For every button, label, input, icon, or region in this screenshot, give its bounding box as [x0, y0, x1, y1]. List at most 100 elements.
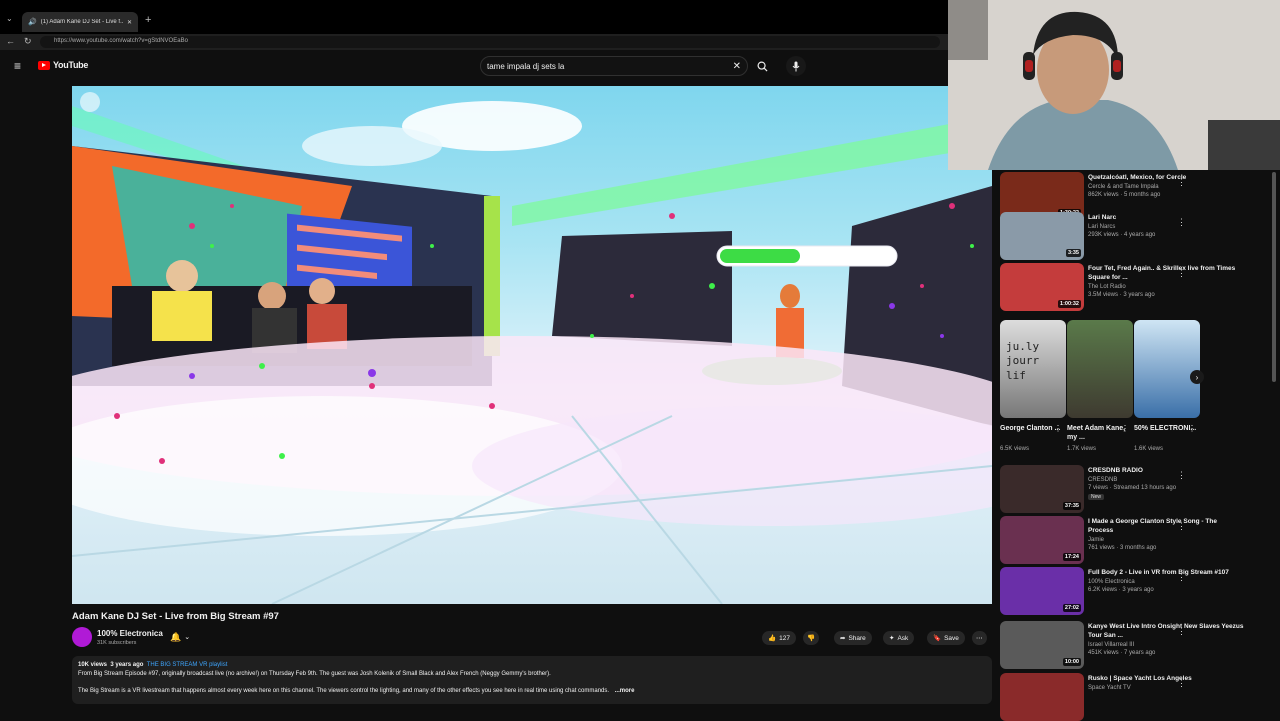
short-thumbnail[interactable] [1134, 320, 1200, 418]
video-menu-icon[interactable]: ⋮ [1177, 677, 1186, 690]
new-badge: New [1088, 493, 1105, 500]
sidebar-scrollbar[interactable] [1272, 172, 1276, 382]
video-stats: 862K views · 5 months ago [1088, 192, 1161, 199]
short-menu-icon[interactable]: ⋮ [1188, 424, 1196, 433]
short-menu-icon[interactable]: ⋮ [1054, 424, 1062, 433]
video-thumbnail[interactable] [1000, 673, 1084, 721]
video-thumbnail[interactable]: 10:00 [1000, 621, 1084, 669]
share-button[interactable]: ➦ Share [834, 631, 872, 645]
description-box[interactable]: 10K views 3 years ago THE BIG STREAM VR … [72, 656, 992, 704]
video-channel[interactable]: The Lot Radio [1088, 283, 1260, 291]
channel-name[interactable]: 100% Electronica [97, 629, 163, 638]
youtube-logo[interactable]: YouTube [38, 60, 88, 70]
video-thumbnail[interactable]: 3:35 [1000, 212, 1084, 260]
video-stats: 6.2K views · 3 years ago [1088, 587, 1154, 594]
video-menu-icon[interactable]: ⋮ [1177, 625, 1186, 638]
new-tab-button[interactable]: + [145, 14, 151, 26]
recommended-video[interactable]: 37:35 CRESDNB RADIO CRESDNB 7 views · Strea… [1000, 465, 1272, 513]
like-button[interactable]: 👍 127 [762, 631, 796, 645]
ask-label: Ask [897, 634, 909, 642]
tab-title: (1) Adam Kane DJ Set - Live f... [40, 19, 123, 25]
video-menu-icon[interactable]: ⋮ [1177, 520, 1186, 533]
save-button[interactable]: 🔖 Save [927, 631, 965, 645]
search-input[interactable]: tame impala dj sets la ✕ [480, 56, 748, 76]
short-thumbnail[interactable]: ju.ly jourr lif [1000, 320, 1066, 418]
recommended-video[interactable]: Rusko | Space Yacht Los Angeles Space Yac… [1000, 673, 1272, 721]
video-menu-icon[interactable]: ⋮ [1177, 469, 1186, 482]
browser-tab-bar: ⌄ 🔊 (1) Adam Kane DJ Set - Live f... ✕ + [0, 0, 948, 34]
video-duration: 3:35 [1065, 249, 1081, 257]
recommended-video[interactable]: 1:00:32 Four Tet, Fred Again.. & Skrillex… [1000, 263, 1272, 311]
description-line-2-text: The Big Stream is a VR livestream that h… [78, 688, 610, 694]
video-title[interactable]: CRESDNB RADIO [1088, 467, 1260, 476]
channel-avatar[interactable] [72, 627, 92, 647]
sparkle-icon: ✦ [889, 635, 895, 642]
video-channel[interactable]: Jamie [1088, 536, 1260, 544]
video-menu-icon[interactable]: ⋮ [1177, 216, 1186, 229]
video-menu-icon[interactable]: ⋮ [1177, 267, 1186, 280]
subscriber-count: 31K subscribers [97, 640, 137, 646]
video-title[interactable]: Full Body 2 - Live in VR from Big Stream… [1088, 569, 1260, 578]
video-channel[interactable]: Lari Narcs [1088, 223, 1260, 231]
microphone-icon [792, 61, 800, 71]
short-menu-icon[interactable]: ⋮ [1121, 424, 1129, 433]
video-duration: 10:00 [1062, 658, 1081, 666]
hamburger-menu-icon[interactable]: ≡ [14, 59, 21, 73]
video-title[interactable]: Four Tet, Fred Again.. & Skrillex live f… [1088, 265, 1260, 283]
ask-button[interactable]: ✦ Ask [883, 631, 915, 645]
video-title: Adam Kane DJ Set - Live from Big Stream … [72, 611, 279, 622]
share-icon: ➦ [840, 635, 846, 642]
video-meta: Full Body 2 - Live in VR from Big Stream… [1088, 567, 1260, 615]
description-line-2: The Big Stream is a VR livestream that h… [78, 687, 986, 696]
subscription-bell-button[interactable]: 🔔 ⌄ [170, 630, 190, 644]
video-thumbnail[interactable]: 37:35 [1000, 465, 1084, 513]
search-icon [757, 61, 768, 72]
short-thumbnail[interactable] [1067, 320, 1133, 418]
browser-tab[interactable]: 🔊 (1) Adam Kane DJ Set - Live f... ✕ [22, 12, 138, 32]
reload-icon[interactable]: ↻ [24, 36, 32, 47]
video-duration: 17:24 [1062, 553, 1081, 561]
video-title[interactable]: Lari Narc [1088, 214, 1260, 223]
video-channel[interactable]: 100% Electronica [1088, 578, 1260, 586]
url-field[interactable]: https://www.youtube.com/watch?v=gStdNVOE… [40, 36, 940, 48]
playlist-link[interactable]: THE BIG STREAM VR playlist [147, 662, 228, 668]
search-button[interactable] [752, 56, 772, 76]
tab-close-icon[interactable]: ✕ [127, 19, 132, 26]
video-title[interactable]: I Made a George Clanton Style Song - The… [1088, 518, 1260, 536]
recommended-video[interactable]: 3:35 Lari Narc Lari Narcs 293K views · 4 ye… [1000, 212, 1272, 260]
speaker-icon: 🔊 [28, 19, 37, 26]
video-title[interactable]: Quetzalcóatl, Mexico, for Cercle [1088, 174, 1260, 183]
video-channel[interactable]: Israel Villarreal III [1088, 641, 1260, 649]
description-stats-row: 10K views 3 years ago THE BIG STREAM VR … [78, 661, 986, 670]
video-meta: I Made a George Clanton Style Song - The… [1088, 516, 1260, 564]
video-title[interactable]: Kanye West Live Intro Onsight New Slaves… [1088, 623, 1260, 641]
bell-icon: 🔔 [170, 631, 182, 642]
streamer-webcam-image [948, 0, 1280, 170]
clear-search-icon[interactable]: ✕ [733, 61, 741, 72]
video-menu-icon[interactable]: ⋮ [1177, 176, 1186, 189]
dislike-button[interactable]: 👎 [803, 631, 820, 645]
show-more-link[interactable]: ...more [615, 688, 635, 694]
recommended-video[interactable]: 27:02 Full Body 2 - Live in VR from Big S… [1000, 567, 1272, 615]
recommended-video[interactable]: 10:00 Kanye West Live Intro Onsight New S… [1000, 621, 1272, 669]
video-player[interactable] [72, 86, 992, 604]
more-actions-button[interactable]: ⋯ [972, 631, 987, 645]
back-icon[interactable]: ← [6, 36, 15, 46]
voice-search-button[interactable] [786, 56, 806, 76]
video-duration: 37:35 [1062, 502, 1081, 510]
video-thumbnail[interactable]: 1:00:32 [1000, 263, 1084, 311]
video-menu-icon[interactable]: ⋮ [1177, 571, 1186, 584]
short-views: 1.6K views [1134, 446, 1164, 452]
recommended-video[interactable]: 17:24 I Made a George Clanton Style Song … [1000, 516, 1272, 564]
video-channel[interactable]: Space Yacht TV [1088, 684, 1260, 692]
video-thumbnail[interactable]: 17:24 [1000, 516, 1084, 564]
video-thumbnail[interactable]: 27:02 [1000, 567, 1084, 615]
video-channel[interactable]: Cercle & and Tame Impala [1088, 183, 1260, 191]
video-title[interactable]: Rusko | Space Yacht Los Angeles [1088, 675, 1260, 684]
shorts-next-button[interactable]: › [1190, 370, 1204, 384]
view-count: 10K views [78, 662, 108, 668]
tab-list-chevron-icon[interactable]: ⌄ [6, 14, 13, 23]
video-channel[interactable]: CRESDNB [1088, 476, 1260, 484]
webcam-overlay [948, 0, 1280, 170]
description-line-1: From Big Stream Episode #97, originally … [78, 671, 551, 677]
